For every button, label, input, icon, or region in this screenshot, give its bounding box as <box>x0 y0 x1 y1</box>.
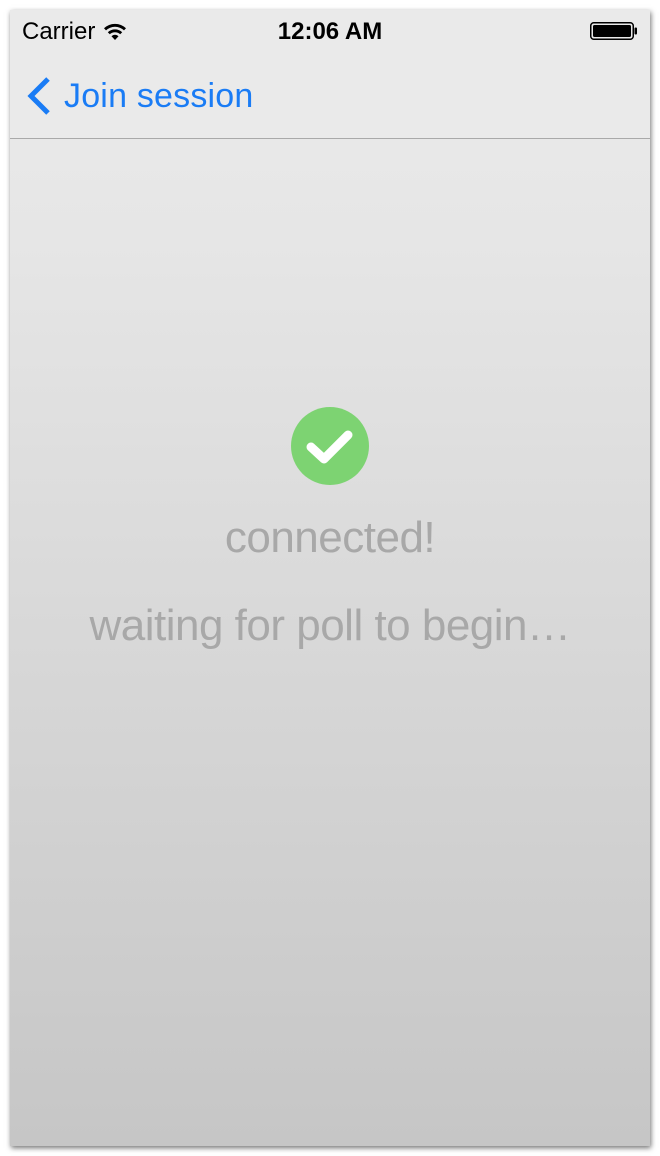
phone-screen: Carrier 12:06 AM Join session connected!… <box>10 10 650 1146</box>
battery-icon <box>590 22 637 40</box>
checkmark-circle-icon <box>291 407 369 485</box>
navigation-bar: Carrier 12:06 AM Join session <box>10 10 650 139</box>
status-bar: Carrier 12:06 AM <box>10 10 650 50</box>
chevron-left-icon <box>27 77 50 115</box>
main-content: connected! waiting for poll to begin… <box>10 139 650 1146</box>
waiting-message-text: waiting for poll to begin… <box>89 601 571 650</box>
back-button[interactable]: Join session <box>26 74 254 118</box>
connected-status-text: connected! <box>224 513 436 562</box>
status-time: 12:06 AM <box>277 18 383 45</box>
back-button-label: Join session <box>64 76 254 115</box>
